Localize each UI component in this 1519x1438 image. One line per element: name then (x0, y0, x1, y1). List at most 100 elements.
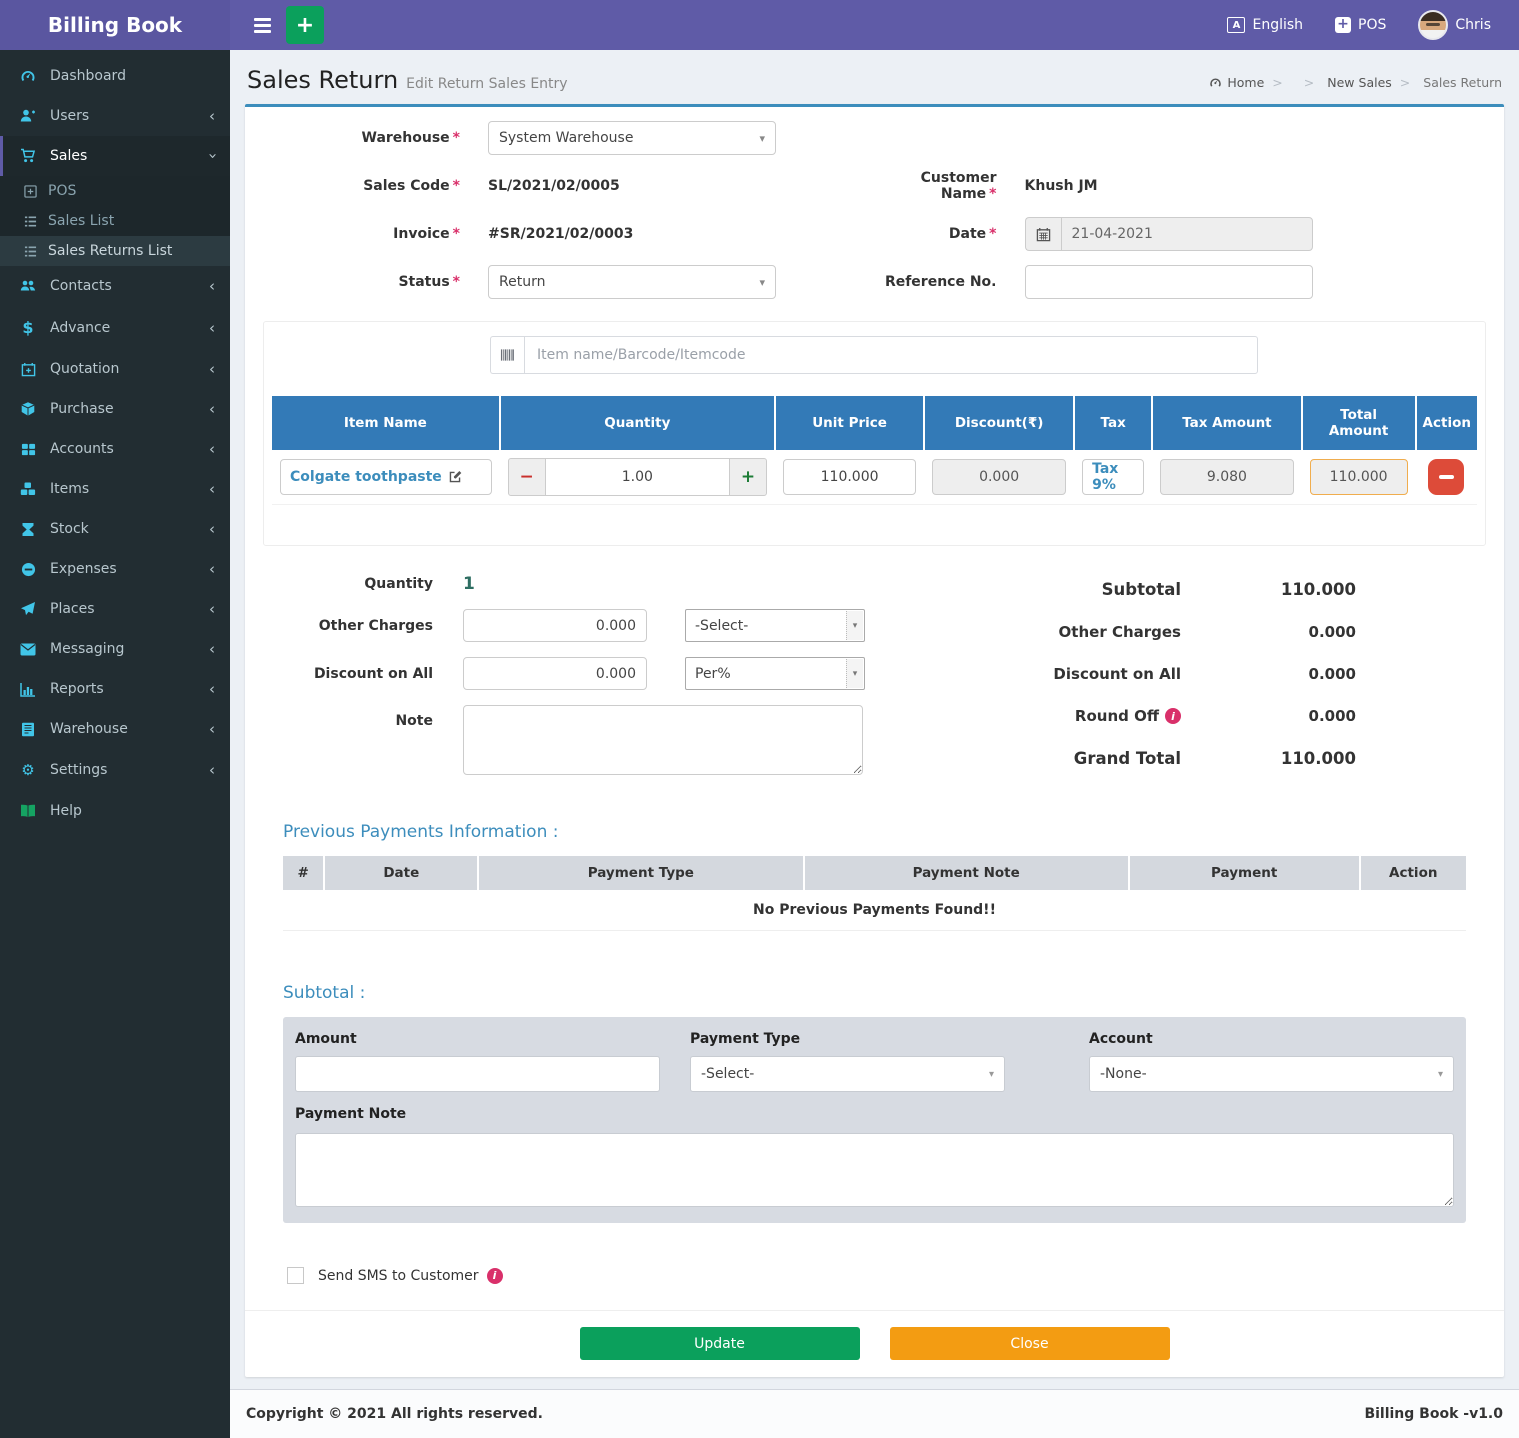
breadcrumb-home[interactable]: Home (1209, 75, 1264, 90)
dashboard-icon (18, 68, 38, 84)
customer-name-label: Customer Name (875, 170, 1005, 202)
sidebar-item-items[interactable]: Items ‹ (0, 469, 230, 509)
payment-note-textarea[interactable] (295, 1133, 1454, 1207)
round-off-label: Round Off (1075, 707, 1159, 725)
unit-price-input[interactable] (783, 459, 916, 495)
item-search-input[interactable] (524, 336, 1258, 374)
info-icon[interactable]: i (1165, 708, 1181, 724)
sidebar-item-messaging[interactable]: Messaging ‹ (0, 629, 230, 669)
round-off-value: 0.000 (1181, 707, 1356, 725)
amount-input[interactable] (295, 1056, 660, 1092)
gears-icon: ⚙ (18, 761, 38, 779)
quantity-decrease-button[interactable]: − (508, 458, 546, 496)
payment-panel: Amount Payment Type -Select- ▾ Account (283, 1017, 1466, 1223)
other-charges-input[interactable] (463, 609, 647, 642)
tax-amount-input (1160, 459, 1294, 495)
sidebar-item-purchase[interactable]: Purchase ‹ (0, 389, 230, 429)
brand-logo[interactable]: Billing Book (0, 0, 230, 50)
col-action: Action (1416, 396, 1477, 450)
sidebar-toggle-button[interactable] (242, 0, 282, 50)
quantity-input[interactable] (546, 458, 729, 496)
sidebar-item-warehouse[interactable]: Warehouse ‹ (0, 709, 230, 749)
discount-type-select[interactable]: Per% ▾ (685, 657, 865, 690)
update-button[interactable]: Update (580, 1327, 860, 1360)
other-charges-type-select[interactable]: -Select- ▾ (685, 609, 865, 642)
warehouse-select[interactable]: System Warehouse ▾ (488, 121, 776, 155)
minus-circle-icon (18, 562, 38, 577)
page-subtitle: Edit Return Sales Entry (406, 76, 567, 92)
other-charges-label: Other Charges (263, 618, 433, 634)
chevron-left-icon: ‹ (209, 364, 215, 374)
payment-subtotal-heading: Subtotal : (283, 983, 1466, 1003)
quick-add-button[interactable]: + (286, 6, 324, 44)
chevron-left-icon: ‹ (209, 765, 215, 775)
dashboard-icon (1209, 76, 1222, 89)
info-icon[interactable]: i (487, 1268, 503, 1284)
sidebar: Dashboard Users ‹ Sales ‹ POS (0, 50, 230, 1438)
breadcrumb: Home New Sales Sales Return (1209, 75, 1502, 94)
sidebar-subitem-sales-returns-list[interactable]: Sales Returns List (0, 236, 230, 266)
discount-on-all-input[interactable] (463, 657, 647, 690)
sidebar-item-quotation[interactable]: Quotation ‹ (0, 349, 230, 389)
avatar (1418, 10, 1448, 40)
date-label: Date (875, 226, 1005, 242)
breadcrumb-new-sales[interactable]: New Sales (1304, 75, 1392, 90)
chevron-left-icon: ‹ (209, 111, 215, 121)
language-menu[interactable]: A English (1211, 0, 1319, 50)
account-select[interactable]: -None- ▾ (1089, 1056, 1454, 1092)
discount-input (932, 459, 1066, 495)
building-icon (18, 722, 38, 737)
breadcrumb-blank (1272, 75, 1295, 90)
discount-on-all-label: Discount on All (263, 666, 433, 682)
grand-total-value: 110.000 (1181, 749, 1356, 768)
payment-type-select[interactable]: -Select- ▾ (690, 1056, 1005, 1092)
sidebar-subitem-sales-list[interactable]: Sales List (0, 206, 230, 236)
quantity-increase-button[interactable]: + (729, 458, 767, 496)
sidebar-item-settings[interactable]: ⚙ Settings ‹ (0, 749, 230, 791)
bar-chart-icon (18, 682, 38, 697)
no-payments-message: No Previous Payments Found!! (283, 890, 1466, 931)
sidebar-item-expenses[interactable]: Expenses ‹ (0, 549, 230, 589)
barcode-icon (490, 336, 524, 374)
sidebar-item-advance[interactable]: $ Advance ‹ (0, 306, 230, 349)
sidebar-item-sales[interactable]: Sales ‹ (0, 136, 230, 176)
sidebar-item-places[interactable]: Places ‹ (0, 589, 230, 629)
item-name-link[interactable]: Colgate toothpaste (290, 469, 462, 485)
sidebar-item-dashboard[interactable]: Dashboard (0, 56, 230, 96)
remove-item-button[interactable] (1428, 459, 1464, 495)
reference-no-input[interactable] (1025, 265, 1313, 299)
col-total-amount: Total Amount (1302, 396, 1416, 450)
close-button[interactable]: Close (890, 1327, 1170, 1360)
note-textarea[interactable] (463, 705, 863, 775)
col-quantity: Quantity (500, 396, 775, 450)
sidebar-item-contacts[interactable]: Contacts ‹ (0, 266, 230, 306)
plus-square-icon (22, 185, 38, 198)
grid-icon (18, 442, 38, 457)
total-other-charges-value: 0.000 (1181, 623, 1356, 641)
status-select[interactable]: Return ▾ (488, 265, 776, 299)
sidebar-item-help[interactable]: Help (0, 791, 230, 831)
total-discount-value: 0.000 (1181, 665, 1356, 683)
date-input[interactable] (1061, 217, 1313, 251)
sidebar-item-accounts[interactable]: Accounts ‹ (0, 429, 230, 469)
pos-button[interactable]: + POS (1319, 0, 1402, 50)
reference-no-label: Reference No. (875, 274, 1005, 290)
user-menu[interactable]: Chris (1402, 0, 1507, 50)
quantity-total-value: 1 (463, 574, 475, 594)
note-label: Note (263, 705, 433, 729)
previous-payments-heading: Previous Payments Information : (283, 822, 1466, 842)
total-other-charges-label: Other Charges (1059, 623, 1181, 641)
subtotal-label: Subtotal (1102, 580, 1181, 599)
chevron-left-icon: ‹ (209, 724, 215, 734)
previous-payments-header-row: # Date Payment Type Payment Note Payment… (283, 856, 1466, 890)
sidebar-item-reports[interactable]: Reports ‹ (0, 669, 230, 709)
sidebar-item-stock[interactable]: Stock ‹ (0, 509, 230, 549)
chevron-down-icon: ‹ (207, 153, 217, 159)
sidebar-item-users[interactable]: Users ‹ (0, 96, 230, 136)
tax-link[interactable]: Tax 9% (1092, 461, 1134, 493)
invoice-value: #SR/2021/02/0003 (488, 226, 633, 242)
chevron-left-icon: ‹ (209, 404, 215, 414)
hourglass-icon (18, 522, 38, 537)
send-sms-checkbox[interactable] (287, 1267, 304, 1284)
sidebar-subitem-pos[interactable]: POS (0, 176, 230, 206)
